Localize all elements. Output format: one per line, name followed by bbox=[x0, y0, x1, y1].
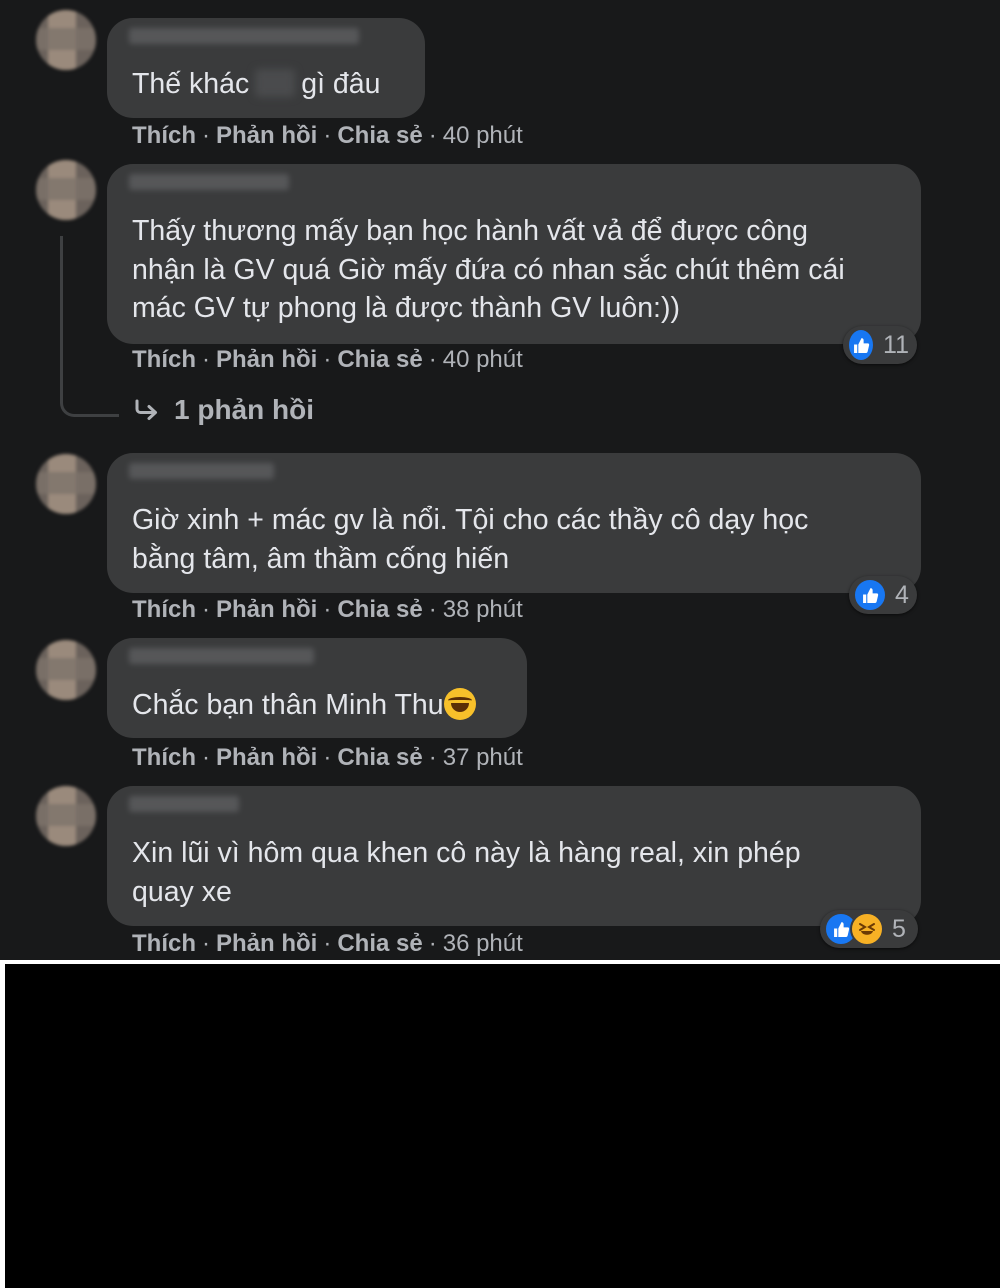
like-reaction-icon bbox=[847, 328, 876, 362]
commenter-name-redacted[interactable] bbox=[129, 174, 289, 190]
like-link[interactable]: Thích bbox=[132, 122, 196, 149]
comment-text: Chắc bạn thân Minh Thu bbox=[132, 686, 476, 725]
avatar[interactable] bbox=[36, 786, 96, 846]
comment-text: Thấy thương mấy bạn học hành vất vả để đ… bbox=[132, 215, 845, 324]
commenter-name-redacted[interactable] bbox=[129, 796, 239, 812]
reply-link[interactable]: Phản hồi bbox=[216, 346, 317, 373]
share-link[interactable]: Chia sẻ bbox=[337, 596, 422, 623]
timestamp[interactable]: 40 phút bbox=[443, 122, 523, 149]
reply-link[interactable]: Phản hồi bbox=[216, 930, 317, 957]
reply-arrow-icon bbox=[135, 399, 157, 420]
avatar[interactable] bbox=[36, 640, 96, 700]
reaction-count: 11 bbox=[883, 330, 909, 359]
commenter-name-redacted[interactable] bbox=[129, 463, 274, 479]
replies-count-label: 1 phản hồi bbox=[174, 394, 314, 425]
share-link[interactable]: Chia sẻ bbox=[337, 744, 422, 771]
share-link[interactable]: Chia sẻ bbox=[337, 122, 422, 149]
reply-link[interactable]: Phản hồi bbox=[216, 596, 317, 623]
comments-panel: Thế khác gì đâu Thích · Phản hồi · Chia sẻ · 40… bbox=[0, 0, 1000, 960]
comment-bubble: Chắc bạn thân Minh Thu bbox=[107, 638, 527, 738]
comment-text: Xin lũi vì hôm qua khen cô này là hàng r… bbox=[132, 837, 801, 908]
reaction-count: 4 bbox=[895, 580, 909, 609]
timestamp[interactable]: 36 phút bbox=[443, 930, 523, 957]
comment-text: Giờ xinh + mác gv là nổi. Tội cho các th… bbox=[132, 504, 809, 575]
laughing-tears-emoji-icon bbox=[443, 688, 476, 720]
haha-reaction-icon bbox=[850, 912, 884, 946]
like-link[interactable]: Thích bbox=[132, 744, 196, 771]
avatar[interactable] bbox=[36, 454, 96, 514]
timestamp[interactable]: 37 phút bbox=[443, 744, 523, 771]
redacted-word bbox=[255, 69, 296, 97]
comment-actions: Thích · Phản hồi · Chia sẻ · 37 phút bbox=[132, 744, 523, 771]
reaction-count: 5 bbox=[892, 914, 906, 943]
black-empty-area bbox=[5, 964, 1000, 1288]
reaction-summary[interactable]: 5 bbox=[820, 910, 918, 948]
comment-actions: Thích · Phản hồi · Chia sẻ · 38 phút bbox=[132, 596, 523, 623]
comment-bubble: Thấy thương mấy bạn học hành vất vả để đ… bbox=[107, 164, 921, 344]
comment-actions: Thích · Phản hồi · Chia sẻ · 36 phút bbox=[132, 930, 523, 957]
timestamp[interactable]: 40 phút bbox=[443, 346, 523, 373]
comment-actions: Thích · Phản hồi · Chia sẻ · 40 phút bbox=[132, 346, 523, 373]
comment-actions: Thích · Phản hồi · Chia sẻ · 40 phút bbox=[132, 122, 523, 149]
timestamp[interactable]: 38 phút bbox=[443, 596, 523, 623]
like-link[interactable]: Thích bbox=[132, 596, 196, 623]
share-link[interactable]: Chia sẻ bbox=[337, 346, 422, 373]
like-reaction-icon bbox=[853, 578, 887, 612]
comment-text: Thế khác gì đâu bbox=[132, 68, 381, 100]
commenter-name-redacted[interactable] bbox=[129, 648, 314, 664]
avatar[interactable] bbox=[36, 10, 96, 70]
comment-bubble: Thế khác gì đâu bbox=[107, 18, 425, 118]
reply-link[interactable]: Phản hồi bbox=[216, 122, 317, 149]
comment-bubble: Giờ xinh + mác gv là nổi. Tội cho các th… bbox=[107, 453, 921, 593]
commenter-name-redacted[interactable] bbox=[129, 28, 359, 44]
reaction-summary[interactable]: 4 bbox=[849, 576, 917, 614]
reply-link[interactable]: Phản hồi bbox=[216, 744, 317, 771]
comment-bubble: Xin lũi vì hôm qua khen cô này là hàng r… bbox=[107, 786, 921, 926]
view-replies-link[interactable]: 1 phản hồi bbox=[134, 394, 314, 426]
avatar[interactable] bbox=[36, 160, 96, 220]
share-link[interactable]: Chia sẻ bbox=[337, 930, 422, 957]
like-link[interactable]: Thích bbox=[132, 930, 196, 957]
reaction-summary[interactable]: 11 bbox=[843, 326, 917, 364]
like-link[interactable]: Thích bbox=[132, 346, 196, 373]
